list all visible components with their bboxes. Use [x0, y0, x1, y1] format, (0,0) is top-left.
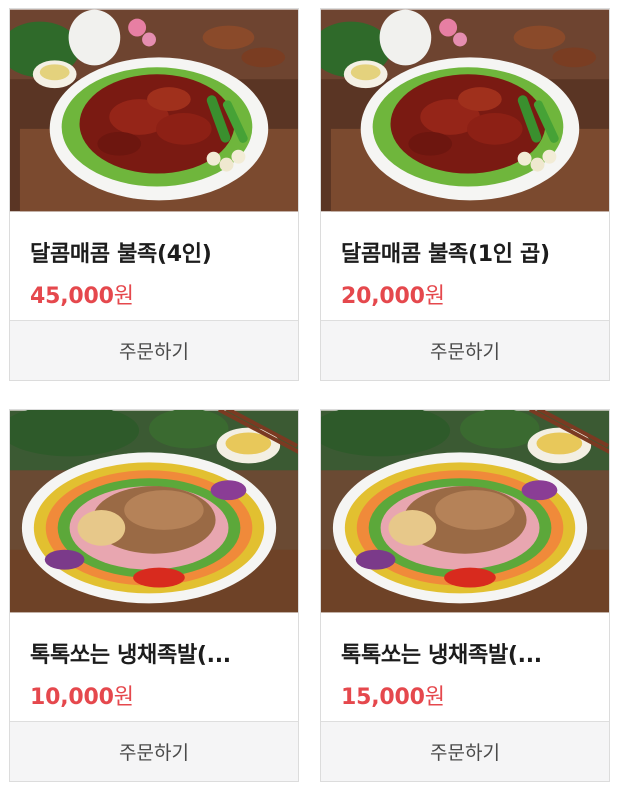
product-image[interactable]: [10, 410, 298, 613]
product-info: 톡톡쏘는 냉채족발(... 10,000원: [10, 613, 298, 721]
spicy-chicken-dish-image: [10, 9, 298, 212]
product-card[interactable]: 달콤매콤 불족(4인) 45,000원 주문하기: [9, 8, 299, 381]
price-currency: 원: [424, 284, 445, 309]
order-button[interactable]: 주문하기: [10, 320, 298, 380]
spicy-chicken-dish-image: [321, 9, 609, 212]
product-card[interactable]: 톡톡쏘는 냉채족발(... 10,000원 주문하기: [9, 409, 299, 782]
product-grid: 달콤매콤 불족(4인) 45,000원 주문하기 달콤매콤 불족(1인 곱) 2…: [0, 0, 622, 797]
order-button[interactable]: 주문하기: [321, 320, 609, 380]
product-info: 톡톡쏘는 냉채족발(... 15,000원: [321, 613, 609, 721]
product-info: 달콤매콤 불족(4인) 45,000원: [10, 212, 298, 320]
price-value: 45,000: [30, 284, 114, 309]
product-price: 10,000원: [30, 679, 278, 711]
order-button[interactable]: 주문하기: [10, 721, 298, 781]
product-price: 45,000원: [30, 278, 278, 310]
product-price: 20,000원: [341, 278, 589, 310]
product-name: 달콤매콤 불족(1인 곱): [341, 242, 550, 267]
product-image[interactable]: [321, 410, 609, 613]
product-info: 달콤매콤 불족(1인 곱) 20,000원: [321, 212, 609, 320]
order-button[interactable]: 주문하기: [321, 721, 609, 781]
price-currency: 원: [424, 685, 445, 710]
product-name: 톡톡쏘는 냉채족발(...: [30, 643, 231, 668]
product-name: 톡톡쏘는 냉채족발(...: [341, 643, 542, 668]
product-card[interactable]: 톡톡쏘는 냉채족발(... 15,000원 주문하기: [320, 409, 610, 782]
product-name: 달콤매콤 불족(4인): [30, 242, 212, 267]
price-value: 20,000: [341, 284, 425, 309]
product-image[interactable]: [321, 9, 609, 212]
product-card[interactable]: 달콤매콤 불족(1인 곱) 20,000원 주문하기: [320, 8, 610, 381]
price-value: 10,000: [30, 685, 114, 710]
price-value: 15,000: [341, 685, 425, 710]
price-currency: 원: [113, 685, 134, 710]
product-image[interactable]: [10, 9, 298, 212]
product-price: 15,000원: [341, 679, 589, 711]
cold-pork-platter-image: [10, 410, 298, 613]
price-currency: 원: [113, 284, 134, 309]
cold-pork-platter-image: [321, 410, 609, 613]
